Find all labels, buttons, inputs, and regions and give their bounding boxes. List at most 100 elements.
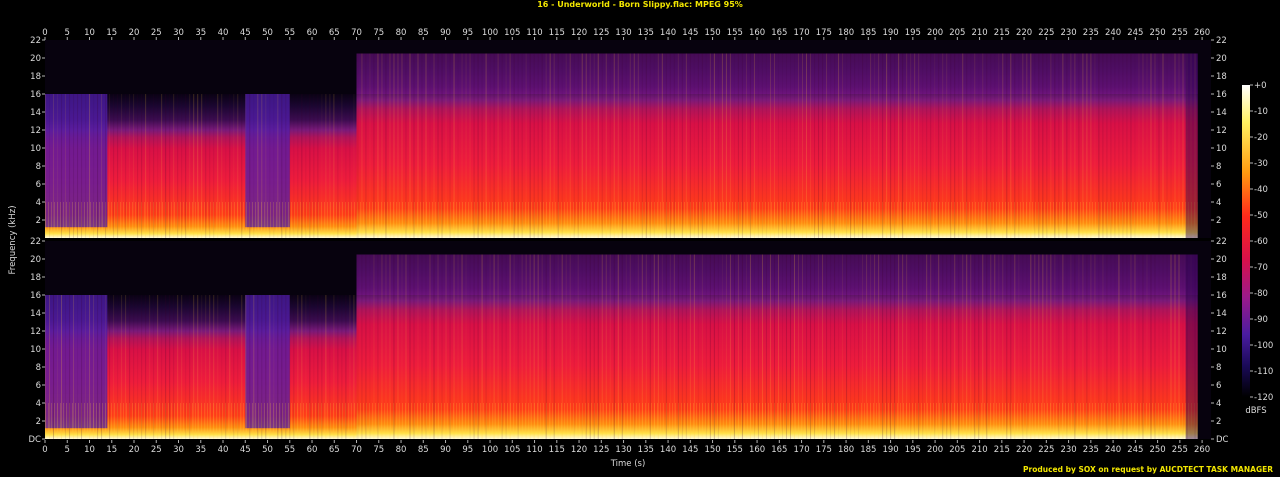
x-tick-label: 95 bbox=[462, 28, 473, 38]
x-tick-label: 40 bbox=[218, 445, 229, 455]
x-tick-label: 20 bbox=[129, 28, 140, 38]
x-tick-label: 135 bbox=[638, 445, 654, 455]
x-tick-label: 25 bbox=[151, 445, 162, 455]
spectrogram-channel-2 bbox=[45, 241, 1211, 439]
colorbar: +0 -10 -20 -30 -40 -50 -60 -70 -80 -90 -100 -110 -12… bbox=[1242, 81, 1273, 416]
x-tick-label: 120 bbox=[571, 28, 587, 38]
y-tick-label: 20 bbox=[30, 255, 41, 265]
x-tick-label: 195 bbox=[905, 28, 921, 38]
x-tick-label: 155 bbox=[727, 445, 743, 455]
x-tick-label: 145 bbox=[682, 28, 698, 38]
x-tick-label: 150 bbox=[704, 28, 720, 38]
x-tick-label: 95 bbox=[462, 445, 473, 455]
x-tick-label: 170 bbox=[793, 445, 809, 455]
x-tick-label: 180 bbox=[838, 28, 854, 38]
x-tick-label: 25 bbox=[151, 28, 162, 38]
x-tick-label: 250 bbox=[1149, 28, 1165, 38]
x-tick-label: 65 bbox=[329, 445, 340, 455]
x-axis-label: Time (s) bbox=[610, 459, 646, 469]
y-tick-label: 6 bbox=[36, 381, 41, 391]
y-tick-label: 16 bbox=[1216, 90, 1227, 100]
y-tick-label: 12 bbox=[1216, 126, 1227, 136]
x-tick-label: 230 bbox=[1060, 445, 1076, 455]
x-tick-label: 60 bbox=[307, 445, 318, 455]
x-tick-label: 10 bbox=[84, 28, 95, 38]
x-tick-label: 55 bbox=[284, 28, 295, 38]
x-tick-label: 20 bbox=[129, 445, 140, 455]
x-tick-label: 100 bbox=[482, 28, 498, 38]
y-tick-label: 12 bbox=[30, 126, 41, 136]
x-tick-label: 220 bbox=[1016, 28, 1032, 38]
x-tick-label: 40 bbox=[218, 28, 229, 38]
x-tick-label: 0 bbox=[42, 445, 47, 455]
y-tick-label: 8 bbox=[36, 363, 41, 373]
colorbar-tick-label: -120 bbox=[1254, 393, 1273, 403]
x-tick-label: 185 bbox=[860, 445, 876, 455]
x-tick-label: 220 bbox=[1016, 445, 1032, 455]
x-tick-label: 165 bbox=[771, 28, 787, 38]
y-tick-label: 2 bbox=[1216, 417, 1221, 427]
y-tick-label: 14 bbox=[30, 108, 41, 118]
y-tick-label: DC bbox=[29, 435, 42, 445]
colorbar-tick-label: -80 bbox=[1254, 289, 1268, 299]
y-tick-label: 18 bbox=[1216, 72, 1227, 82]
x-tick-label: 260 bbox=[1194, 445, 1210, 455]
x-tick-label: 90 bbox=[440, 445, 451, 455]
x-tick-label: 15 bbox=[106, 28, 117, 38]
x-tick-label: 35 bbox=[195, 445, 206, 455]
y-tick-label: 6 bbox=[1216, 381, 1221, 391]
y-tick-label: 4 bbox=[1216, 399, 1221, 409]
x-tick-label: 175 bbox=[816, 445, 832, 455]
credit-text: Produced by SOX on request by AUCDTECT T… bbox=[1023, 465, 1273, 474]
x-tick-label: 170 bbox=[793, 28, 809, 38]
x-tick-label: 110 bbox=[526, 445, 542, 455]
y-tick-label: 18 bbox=[30, 72, 41, 82]
x-tick-label: 185 bbox=[860, 28, 876, 38]
y-tick-label: 18 bbox=[1216, 273, 1227, 283]
colorbar-tick-label: -90 bbox=[1254, 315, 1268, 325]
y-tick-label: 6 bbox=[36, 180, 41, 190]
x-tick-label: 200 bbox=[927, 445, 943, 455]
x-tick-label: 60 bbox=[307, 28, 318, 38]
x-tick-label: 10 bbox=[84, 445, 95, 455]
x-tick-label: 175 bbox=[816, 28, 832, 38]
x-tick-label: 140 bbox=[660, 28, 676, 38]
x-tick-label: 45 bbox=[240, 28, 251, 38]
x-tick-label: 235 bbox=[1083, 28, 1099, 38]
y-tick-label: 22 bbox=[1216, 237, 1227, 247]
x-tick-label: 205 bbox=[949, 445, 965, 455]
colorbar-tick-label: +0 bbox=[1254, 81, 1267, 91]
x-tick-label: 195 bbox=[905, 445, 921, 455]
x-tick-label: 205 bbox=[949, 28, 965, 38]
x-tick-label: 125 bbox=[593, 28, 609, 38]
colorbar-tick-label: -50 bbox=[1254, 211, 1268, 221]
x-tick-label: 80 bbox=[396, 28, 407, 38]
x-tick-label: 50 bbox=[262, 445, 273, 455]
y-tick-label: 20 bbox=[1216, 255, 1227, 265]
x-tick-label: 30 bbox=[173, 445, 184, 455]
x-tick-label: 230 bbox=[1060, 28, 1076, 38]
colorbar-label: dBFS bbox=[1245, 406, 1266, 416]
colorbar-tick-label: -110 bbox=[1254, 367, 1273, 377]
x-tick-label: 35 bbox=[195, 28, 206, 38]
x-tick-label: 80 bbox=[396, 445, 407, 455]
x-tick-label: 105 bbox=[504, 445, 520, 455]
y-tick-label: 8 bbox=[1216, 162, 1221, 172]
y-tick-label: 16 bbox=[1216, 291, 1227, 301]
x-tick-label: 240 bbox=[1105, 445, 1121, 455]
x-tick-label: 75 bbox=[373, 445, 384, 455]
x-tick-label: 160 bbox=[749, 445, 765, 455]
x-tick-label: 165 bbox=[771, 445, 787, 455]
y-tick-label: 14 bbox=[1216, 108, 1227, 118]
x-tick-label: 225 bbox=[1038, 28, 1054, 38]
x-tick-label: 125 bbox=[593, 445, 609, 455]
y-tick-label: DC bbox=[1216, 435, 1229, 445]
x-tick-label: 210 bbox=[971, 28, 987, 38]
y-tick-label: 20 bbox=[1216, 54, 1227, 64]
colorbar-tick-label: -70 bbox=[1254, 263, 1268, 273]
x-tick-label: 245 bbox=[1127, 445, 1143, 455]
y-tick-label: 18 bbox=[30, 273, 41, 283]
y-tick-label: 2 bbox=[1216, 216, 1221, 226]
x-tick-label: 190 bbox=[882, 445, 898, 455]
x-tick-label: 75 bbox=[373, 28, 384, 38]
